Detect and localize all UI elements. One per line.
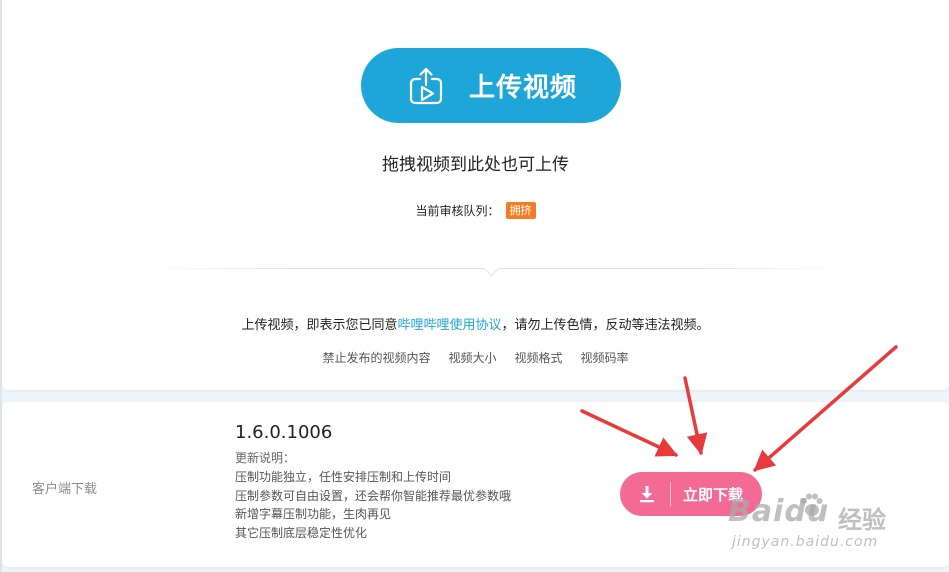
download-now-button[interactable]: 立即下载 <box>620 472 762 516</box>
upload-video-button[interactable]: 上传视频 <box>361 48 621 123</box>
agreement-prefix: 上传视频，即表示您已同意 <box>241 318 398 333</box>
rule-links: 禁止发布的视频内容 视频大小 视频格式 视频码率 <box>2 349 949 366</box>
release-note-item: 压制功能独立，任性安排压制和上传时间 <box>235 470 452 484</box>
queue-status-badge: 拥挤 <box>505 202 536 219</box>
agreement-text: 上传视频，即表示您已同意哔哩哔哩使用协议，请勿上传色情，反动等违法视频。 <box>2 314 949 333</box>
release-notes-title: 更新说明： <box>235 451 296 465</box>
agreement-link[interactable]: 哔哩哔哩使用协议 <box>397 318 501 333</box>
download-button-label: 立即下载 <box>683 485 744 504</box>
download-icon <box>640 486 654 503</box>
divider-caret <box>483 260 500 277</box>
agreement-suffix: ，请勿上传色情，反动等违法视频。 <box>501 318 710 333</box>
release-note-item: 压制参数可自由设置，还会帮你智能推荐最优参数哦 <box>235 488 512 503</box>
rule-link-video-format[interactable]: 视频格式 <box>515 349 563 366</box>
rule-link-video-size[interactable]: 视频大小 <box>448 349 496 366</box>
upload-page: 上传视频 拖拽视频到此处也可上传 当前审核队列： 拥挤 上传视频，即表示您已同意… <box>0 0 949 572</box>
rule-link-prohibited-content[interactable]: 禁止发布的视频内容 <box>322 349 430 366</box>
upload-button-label: 上传视频 <box>468 73 577 103</box>
client-download-panel: 客户端下载 1.6.0.1006 更新说明： 压制功能独立，任性安排压制和上传时… <box>2 402 949 567</box>
rule-link-video-bitrate[interactable]: 视频码率 <box>581 349 629 366</box>
drag-hint-text: 拖拽视频到此处也可上传 <box>382 155 569 175</box>
queue-label: 当前审核队列： <box>415 204 500 218</box>
review-queue-status: 当前审核队列： 拥挤 <box>2 202 949 219</box>
release-notes: 压制功能独立，任性安排压制和上传时间 压制参数可自由设置，还会帮你智能推荐最优参… <box>235 468 511 542</box>
client-version: 1.6.0.1006 <box>235 422 333 443</box>
release-note-item: 其它压制底层稳定性优化 <box>235 525 368 540</box>
upload-panel: 上传视频 拖拽视频到此处也可上传 当前审核队列： 拥挤 上传视频，即表示您已同意… <box>2 0 949 390</box>
upload-video-icon <box>409 67 443 104</box>
release-note-item: 新增字幕压制功能，生肉再见 <box>235 507 392 521</box>
client-download-label: 客户端下载 <box>32 482 98 497</box>
button-separator <box>670 482 671 506</box>
